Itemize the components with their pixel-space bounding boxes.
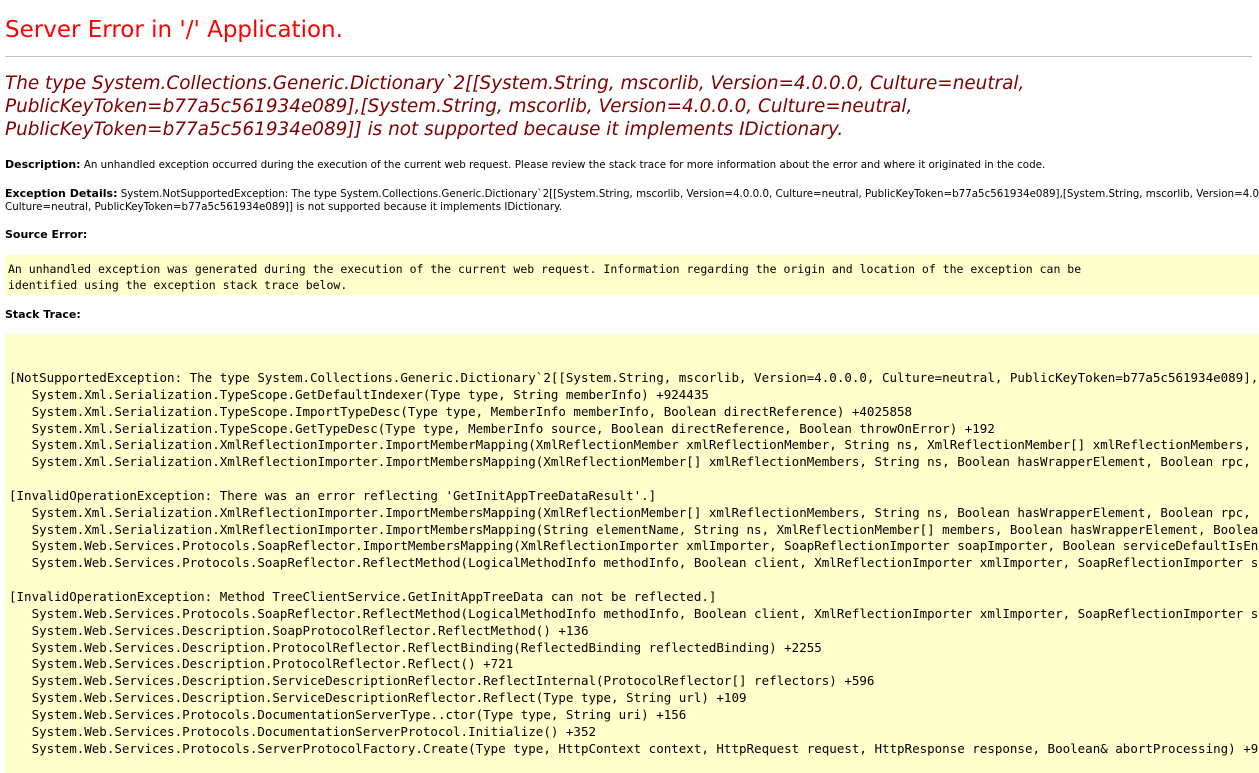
stack-trace-heading: Stack Trace: [5, 308, 81, 321]
source-error-heading: Source Error: [5, 228, 88, 241]
stack-trace-text[interactable]: [NotSupportedException: The type System.… [9, 370, 1259, 757]
stack-trace-blank-line [9, 572, 1259, 589]
stack-trace-line: System.Web.Services.Protocols.SoapReflec… [31, 605, 1259, 621]
stack-trace-line: [InvalidOperationException: There was an… [9, 487, 657, 503]
stack-trace-line: System.Web.Services.Description.ServiceD… [9, 673, 875, 689]
description: Description: An unhandled exception occu… [5, 158, 1045, 172]
stack-trace-line: System.Xml.Serialization.XmlReflectionIm… [31, 454, 1259, 470]
error-page: Server Error in '/' Application. The typ… [0, 0, 1259, 773]
stack-trace-line: System.Xml.Serialization.TypeScope.GetDe… [9, 386, 709, 402]
source-error-line: identified using the exception stack tra… [8, 278, 348, 292]
error-message: The type System.Collections.Generic.Dict… [5, 72, 1024, 141]
exception-details-text[interactable]: System.NotSupportedException: The type S… [117, 188, 1259, 200]
source-error-text[interactable]: An unhandled exception was generated dur… [8, 261, 1259, 293]
stack-trace-line: System.Xml.Serialization.TypeScope.Impor… [9, 403, 913, 419]
error-message-line[interactable]: The type System.Collections.Generic.Dict… [5, 72, 1024, 95]
source-error-box: An unhandled exception was generated dur… [5, 255, 1259, 295]
stack-trace-line: [InvalidOperationException: Method TreeC… [9, 588, 717, 604]
error-message-line[interactable]: PublicKeyToken=b77a5c561934e089]] is not… [5, 118, 1024, 141]
title-divider [5, 56, 1252, 57]
stack-trace-line: System.Xml.Serialization.TypeScope.GetTy… [9, 420, 995, 436]
stack-trace-line: System.Xml.Serialization.XmlReflectionIm… [31, 504, 1259, 520]
stack-trace-blank-line [9, 471, 1259, 488]
description-text[interactable]: An unhandled exception occurred during t… [81, 159, 1045, 171]
stack-trace-line: System.Xml.Serialization.XmlReflectionIm… [31, 521, 1259, 537]
stack-trace-line: System.Web.Services.Protocols.Documentat… [9, 706, 687, 722]
stack-trace-line: System.Web.Services.Protocols.SoapReflec… [31, 538, 1259, 554]
stack-trace-line: System.Web.Services.Description.Protocol… [9, 639, 822, 655]
stack-trace-line: System.Web.Services.Protocols.Documentat… [9, 723, 596, 739]
exception-details-label: Exception Details: [5, 187, 118, 200]
page-title: Server Error in '/' Application. [5, 17, 343, 43]
stack-trace-box: [NotSupportedException: The type System.… [5, 334, 1259, 773]
stack-trace-line: System.Web.Services.Description.Protocol… [9, 656, 514, 672]
source-error-line: An unhandled exception was generated dur… [8, 262, 1082, 276]
stack-trace-line: System.Web.Services.Protocols.ServerProt… [9, 740, 1259, 756]
exception-details: Exception Details: System.NotSupportedEx… [5, 187, 1259, 214]
stack-trace-line: System.Web.Services.Description.ServiceD… [9, 690, 747, 706]
stack-trace-line: [NotSupportedException: The type System.… [9, 370, 1259, 385]
stack-trace-line: System.Web.Services.Description.SoapProt… [9, 622, 589, 638]
stack-trace-line: System.Xml.Serialization.XmlReflectionIm… [31, 437, 1259, 453]
error-message-line[interactable]: PublicKeyToken=b77a5c561934e089],[System… [5, 95, 1024, 118]
description-label: Description: [5, 158, 81, 171]
stack-trace-line: System.Web.Services.Protocols.SoapReflec… [31, 555, 1259, 571]
exception-details-text-continued[interactable]: Culture=neutral, PublicKeyToken=b77a5c56… [5, 201, 562, 213]
